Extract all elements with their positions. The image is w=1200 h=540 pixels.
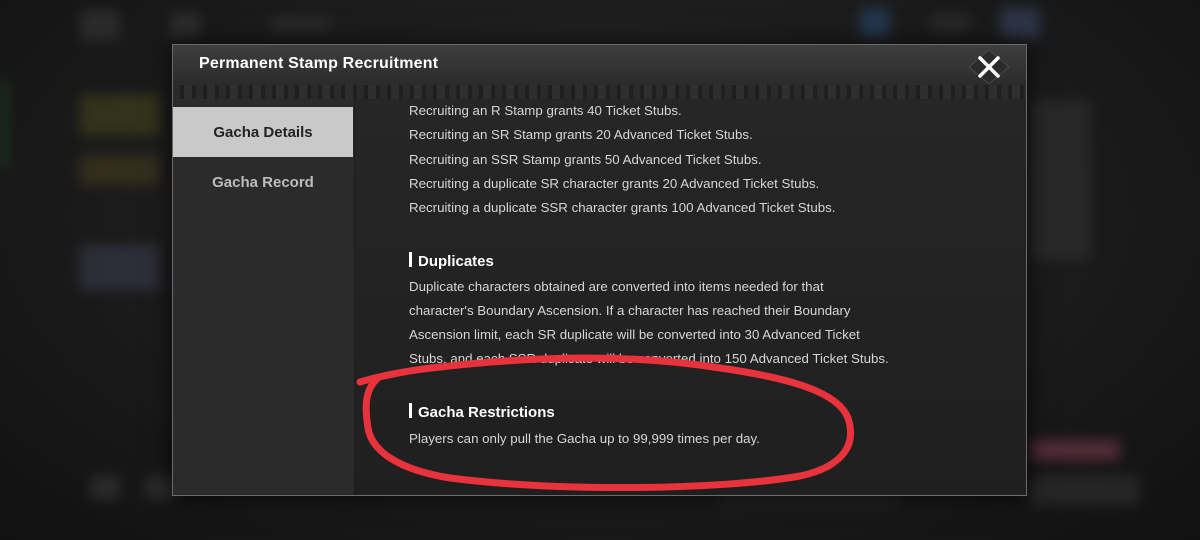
tab-label: Gacha Record: [212, 173, 314, 191]
ticket-line: Recruiting a duplicate SSR character gra…: [409, 200, 836, 215]
heading-text: Gacha Restrictions: [418, 404, 555, 421]
restrictions-text: Players can only pull the Gacha up to 99…: [409, 431, 760, 446]
heading-text: Duplicates: [418, 253, 494, 270]
ticket-line: Recruiting an SR Stamp grants 20 Advance…: [409, 127, 753, 142]
section-heading-duplicates: Duplicates: [409, 252, 494, 270]
close-icon: [968, 49, 1010, 85]
close-button[interactable]: [968, 49, 1010, 85]
recruitment-dialog: Permanent Stamp Recruitment Gacha Detail…: [172, 44, 1027, 496]
tab-gacha-details[interactable]: Gacha Details: [173, 107, 353, 157]
heading-marker: [409, 403, 412, 418]
dialog-sidebar: Gacha Details Gacha Record: [173, 99, 354, 495]
duplicates-line: character's Boundary Ascension. If a cha…: [409, 303, 851, 318]
tab-label: Gacha Details: [213, 123, 313, 141]
section-heading-restrictions: Gacha Restrictions: [409, 403, 555, 421]
heading-marker: [409, 252, 412, 267]
ticket-line: Recruiting an R Stamp grants 40 Ticket S…: [409, 103, 682, 118]
details-content[interactable]: Recruiting an R Stamp grants 40 Ticket S…: [355, 99, 1026, 495]
tab-gacha-record[interactable]: Gacha Record: [173, 157, 353, 207]
dialog-title: Permanent Stamp Recruitment: [199, 55, 439, 72]
ticket-line: Recruiting an SSR Stamp grants 50 Advanc…: [409, 152, 762, 167]
dialog-title-bar: Permanent Stamp Recruitment: [173, 45, 1026, 101]
duplicates-line: Ascension limit, each SR duplicate will …: [409, 327, 860, 342]
ticket-line: Recruiting a duplicate SR character gran…: [409, 176, 820, 191]
duplicates-line: Duplicate characters obtained are conver…: [409, 279, 824, 294]
duplicates-line: Stubs, and each SSR duplicate will be co…: [409, 351, 889, 366]
